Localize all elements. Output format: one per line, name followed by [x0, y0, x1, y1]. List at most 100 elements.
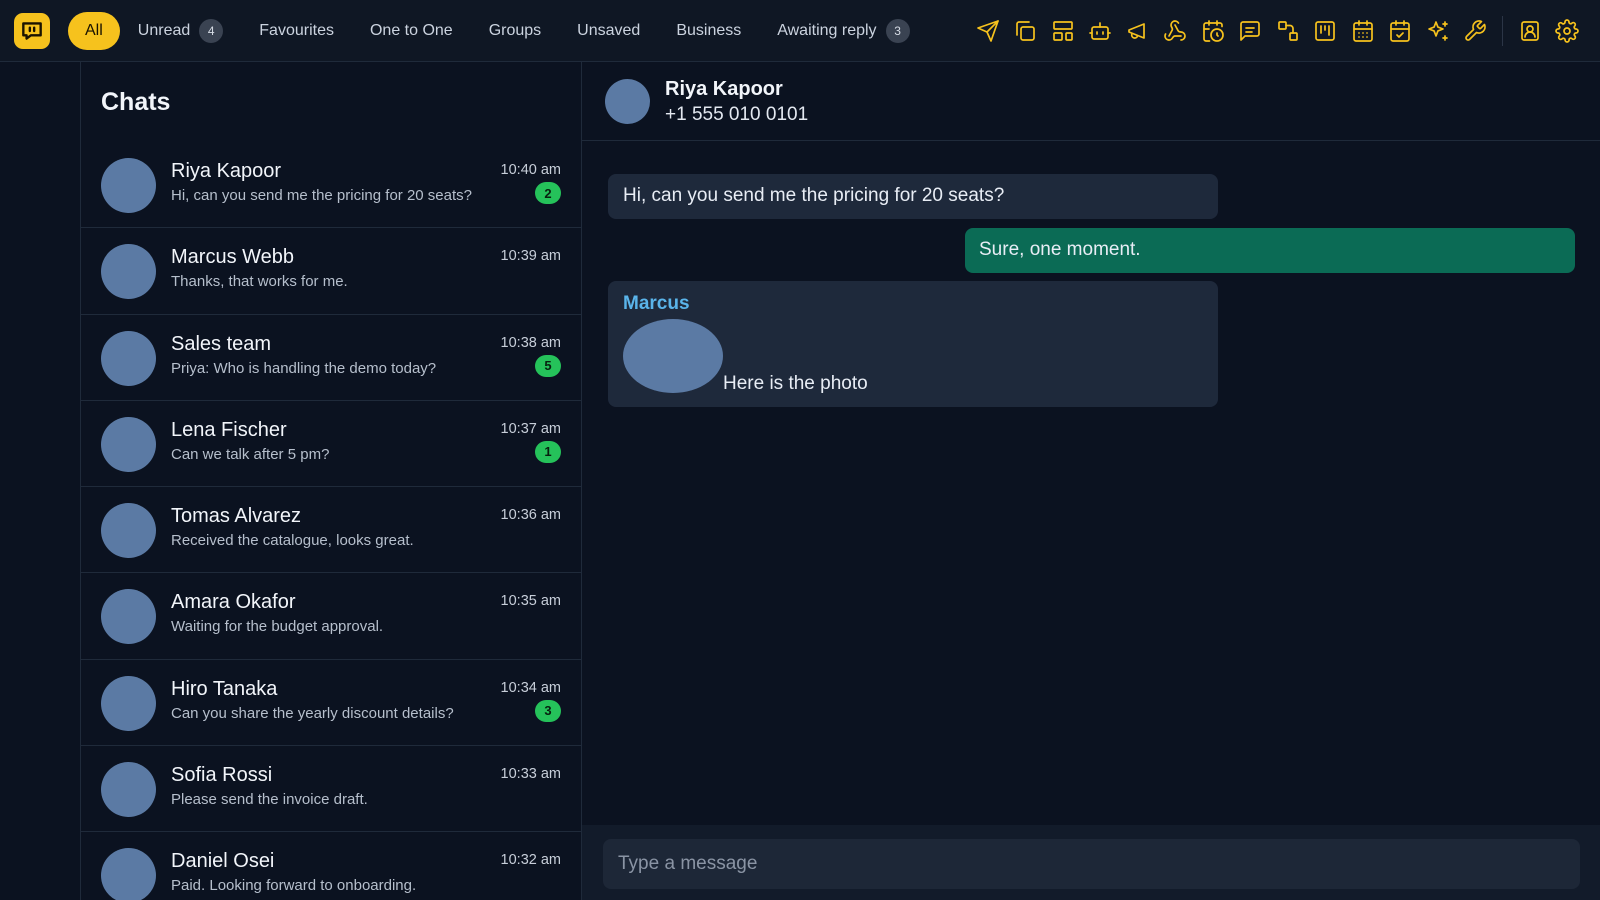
filter-one-to-one[interactable]: One to One: [352, 12, 471, 50]
avatar: [101, 589, 156, 645]
chat-time: 10:40 am: [500, 162, 561, 178]
chat-name: Sales team: [171, 332, 272, 355]
chat-list-panel: Chats Riya Kapoor Hi, can you send me th…: [81, 62, 582, 900]
app-logo-icon[interactable]: [14, 13, 50, 49]
settings-icon[interactable]: [1549, 13, 1587, 49]
chat-name: Hiro Tanaka: [171, 677, 278, 700]
copy-icon[interactable]: [1007, 13, 1045, 49]
avatar: [101, 330, 156, 386]
unread-badge: 2: [535, 182, 561, 204]
chat-preview: Thanks, that works for me.: [171, 273, 348, 291]
filter-unread[interactable]: Unread 4: [120, 12, 241, 50]
filter-label: Groups: [488, 22, 542, 39]
megaphone-icon[interactable]: [1119, 13, 1157, 49]
chat-time: 10:36 am: [500, 507, 561, 524]
conversation-panel: Riya Kapoor +1 555 010 0101 Hi, can you …: [582, 62, 1600, 900]
filter-favourites[interactable]: Favourites: [241, 12, 352, 50]
filter-label: All: [85, 22, 103, 39]
chat-list-item[interactable]: Daniel Osei Paid. Looking forward to onb…: [81, 832, 581, 900]
top-bar: All Unread 4 Favourites One to One Group…: [0, 0, 1600, 62]
avatar[interactable]: [605, 79, 650, 124]
filter-tabs: All Unread 4 Favourites One to One Group…: [68, 12, 928, 50]
filter-groups[interactable]: Groups: [471, 12, 559, 50]
chat-preview: Paid. Looking forward to onboarding.: [171, 877, 417, 895]
awaiting-count-badge: 3: [885, 19, 910, 43]
unread-count-badge: 4: [199, 19, 224, 43]
filter-all[interactable]: All: [68, 12, 120, 50]
message-text: Sure, one moment.: [979, 239, 1141, 260]
chat-list-item[interactable]: Amara Okafor Waiting for the budget appr…: [81, 573, 581, 660]
avatar: [101, 158, 156, 213]
chat-preview: Priya: Who is handling the demo today?: [171, 359, 437, 377]
unread-badge: 5: [535, 354, 561, 377]
contact-name[interactable]: Riya Kapoor: [665, 78, 783, 101]
incoming-photo-message: Marcus Here is the photo: [608, 281, 1218, 407]
left-rail: [0, 62, 81, 900]
calendar-clock-icon[interactable]: [1194, 13, 1232, 49]
bot-icon[interactable]: [1082, 13, 1120, 49]
chat-list-title: Chats: [101, 88, 171, 116]
chat-preview: Hi, can you send me the pricing for 20 s…: [171, 187, 472, 204]
outgoing-message: Sure, one moment.: [965, 228, 1575, 273]
message-input[interactable]: [603, 839, 1580, 889]
chat-time: 10:34 am: [500, 679, 561, 696]
chat-time: 10:35 am: [500, 593, 561, 610]
chat-list-item[interactable]: Hiro Tanaka Can you share the yearly dis…: [81, 660, 581, 747]
chat-preview: Waiting for the budget approval.: [171, 618, 384, 636]
filter-label: Awaiting reply: [777, 22, 877, 39]
calendar-icon[interactable]: [1344, 13, 1382, 49]
filter-awaiting-reply[interactable]: Awaiting reply 3: [759, 12, 927, 50]
chat-name: Amara Okafor: [171, 591, 296, 614]
sparkles-icon[interactable]: [1419, 13, 1457, 49]
conversation-header: Riya Kapoor +1 555 010 0101: [582, 62, 1600, 141]
message-sender: Marcus: [623, 293, 690, 314]
filter-label: One to One: [369, 22, 453, 39]
chat-time: 10:37 am: [500, 420, 561, 437]
avatar: [101, 503, 156, 559]
chat-name: Tomas Alvarez: [171, 505, 302, 528]
contact-phone: +1 555 010 0101: [665, 104, 809, 125]
chat-list-item[interactable]: Tomas Alvarez Received the catalogue, lo…: [81, 487, 581, 574]
message-composer: [582, 825, 1600, 900]
filter-label: Favourites: [259, 22, 334, 39]
chat-name: Riya Kapoor: [171, 160, 282, 182]
chat-time: 10:39 am: [500, 248, 561, 265]
unread-badge: 1: [535, 440, 561, 463]
chat-list-item[interactable]: Riya Kapoor Hi, can you send me the pric…: [81, 142, 581, 229]
chat-list: Riya Kapoor Hi, can you send me the pric…: [81, 142, 581, 900]
chat-preview: Please send the invoice draft.: [171, 791, 368, 809]
filter-unsaved[interactable]: Unsaved: [559, 12, 658, 50]
message-text: Hi, can you send me the pricing for 20 s…: [623, 185, 1005, 206]
chat-name: Marcus Webb: [171, 246, 295, 269]
unread-badge: 3: [535, 699, 561, 722]
filter-business[interactable]: Business: [658, 12, 759, 50]
wrench-icon[interactable]: [1457, 13, 1495, 49]
chat-time: 10:33 am: [500, 766, 561, 783]
chat-list-item[interactable]: Sofia Rossi Please send the invoice draf…: [81, 746, 581, 833]
chat-time: 10:38 am: [500, 334, 561, 351]
calendar-check-icon[interactable]: [1382, 13, 1420, 49]
layout-icon[interactable]: [1044, 13, 1082, 49]
chat-list-item[interactable]: Sales team Priya: Who is handling the de…: [81, 315, 581, 401]
avatar: [101, 244, 156, 300]
chat-preview: Received the catalogue, looks great.: [171, 532, 414, 550]
chat-name: Lena Fischer: [171, 418, 287, 441]
kanban-icon[interactable]: [1307, 13, 1345, 49]
chat-preview: Can you share the yearly discount detail…: [171, 704, 454, 722]
webhook-icon[interactable]: [1157, 13, 1195, 49]
filter-label: Unread: [137, 22, 191, 39]
toolbar: [969, 13, 1586, 49]
avatar: [101, 675, 156, 731]
chat-list-item[interactable]: Marcus Webb Thanks, that works for me. 1…: [81, 228, 581, 315]
avatar: [101, 762, 156, 818]
photo-attachment[interactable]: [623, 319, 723, 393]
filter-label: Business: [676, 22, 742, 39]
contact-icon[interactable]: [1511, 13, 1549, 49]
send-icon[interactable]: [969, 13, 1007, 49]
chat-list-item[interactable]: Lena Fischer Can we talk after 5 pm? 10:…: [81, 401, 581, 488]
route-icon[interactable]: [1269, 13, 1307, 49]
avatar: [101, 416, 156, 472]
chat-preview: Can we talk after 5 pm?: [171, 445, 330, 463]
chat-name: Sofia Rossi: [171, 764, 273, 787]
message-square-icon[interactable]: [1232, 13, 1270, 49]
